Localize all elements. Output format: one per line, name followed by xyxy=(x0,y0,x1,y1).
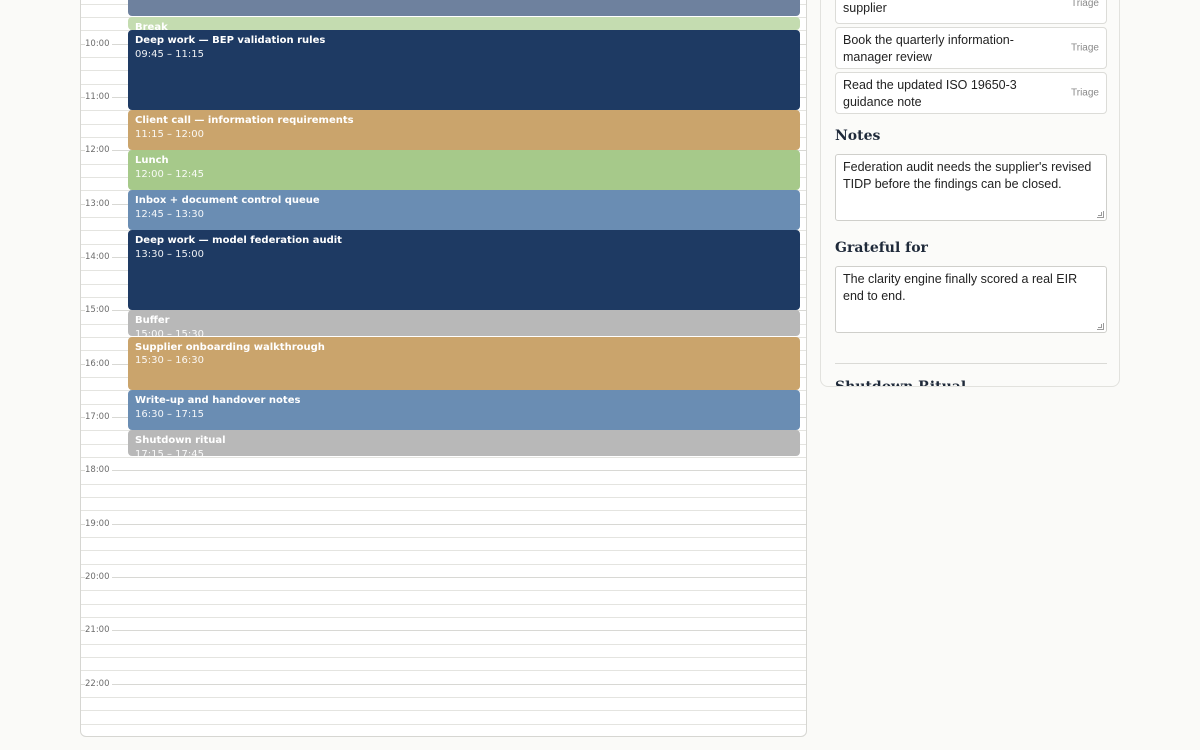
task-item[interactable]: Read the updated ISO 19650-3 guidance no… xyxy=(835,72,1107,114)
event-title: Shutdown ritual xyxy=(135,435,226,447)
grid-line xyxy=(81,590,806,592)
task-text: Book the quarterly information-manager r… xyxy=(843,33,1014,64)
grid-line xyxy=(81,643,806,645)
grid-line xyxy=(81,496,806,498)
notes-field[interactable]: Federation audit needs the supplier's re… xyxy=(835,154,1107,221)
calendar-event[interactable]: Deep work — model federation audit 13:30 … xyxy=(128,230,800,310)
hour-label: 18:00 xyxy=(85,465,112,476)
calendar-event[interactable]: Break xyxy=(128,16,800,30)
calendar-event[interactable] xyxy=(128,0,800,17)
event-title: Lunch xyxy=(135,155,169,167)
event-time: 16:30 – 17:15 xyxy=(135,408,204,420)
event-time: 09:45 – 11:15 xyxy=(135,48,204,60)
calendar-event[interactable]: Write-up and handover notes 16:30 – 17:15 xyxy=(128,390,800,430)
task-item[interactable]: supplier Triage xyxy=(835,0,1107,24)
triage-button[interactable]: Triage xyxy=(1071,0,1099,12)
daily-panel: supplier Triage Book the quarterly infor… xyxy=(820,0,1120,387)
hour-label: 11:00 xyxy=(85,91,112,102)
event-title: Write-up and handover notes xyxy=(135,395,301,407)
grid-line xyxy=(81,656,806,658)
calendar-event[interactable]: Lunch 12:00 – 12:45 xyxy=(128,150,800,190)
grid-line xyxy=(81,536,806,538)
hour-label: 16:00 xyxy=(85,358,112,369)
event-time: 12:45 – 13:30 xyxy=(135,208,204,220)
grid-line xyxy=(81,710,806,712)
calendar-event[interactable]: Client call — information requirements 11… xyxy=(128,110,800,150)
resize-grip-icon[interactable] xyxy=(1097,323,1104,330)
day-calendar: 10:00 11:00 12:00 13:00 14:00 15:00 16:00 17:00… xyxy=(80,0,807,737)
resize-grip-icon[interactable] xyxy=(1097,211,1104,218)
hour-label: 12:00 xyxy=(85,145,112,156)
hour-label: 17:00 xyxy=(85,411,112,422)
event-time: 12:00 – 12:45 xyxy=(135,168,204,180)
grid-line xyxy=(81,523,806,525)
grateful-text: The clarity engine finally scored a real… xyxy=(843,272,1078,303)
grid-line xyxy=(81,563,806,565)
grid-line xyxy=(81,576,806,578)
grid-line xyxy=(81,603,806,605)
event-title: Supplier onboarding walkthrough xyxy=(135,341,325,353)
grid-line xyxy=(81,616,806,618)
grid-line xyxy=(81,723,806,725)
grid-line xyxy=(81,456,806,458)
event-time: 13:30 – 15:00 xyxy=(135,248,204,260)
hour-label: 10:00 xyxy=(85,38,112,49)
triage-button[interactable]: Triage xyxy=(1071,85,1099,102)
calendar-event[interactable]: Buffer 15:00 – 15:30 xyxy=(128,310,800,337)
hour-label: 15:00 xyxy=(85,305,112,316)
hour-label: 21:00 xyxy=(85,625,112,636)
section-divider xyxy=(835,363,1107,364)
hour-label: 20:00 xyxy=(85,571,112,582)
calendar-event[interactable]: Supplier onboarding walkthrough 15:30 – 1… xyxy=(128,336,800,390)
grid-line xyxy=(81,510,806,512)
event-time: 17:15 – 17:45 xyxy=(135,448,204,457)
shutdown-ritual-title: Shutdown Ritual xyxy=(835,379,967,387)
grateful-title: Grateful for xyxy=(835,240,928,256)
grid-line xyxy=(81,470,806,472)
event-title: Buffer xyxy=(135,315,170,327)
grid-line xyxy=(81,630,806,632)
hour-label: 14:00 xyxy=(85,251,112,262)
hour-label: 19:00 xyxy=(85,518,112,529)
event-time: 11:15 – 12:00 xyxy=(135,128,204,140)
event-title: Inbox + document control queue xyxy=(135,195,320,207)
hour-label: 13:00 xyxy=(85,198,112,209)
event-time: 15:30 – 16:30 xyxy=(135,355,204,367)
event-title: Deep work — BEP validation rules xyxy=(135,35,326,47)
notes-title: Notes xyxy=(835,128,881,144)
grid-line xyxy=(81,683,806,685)
event-title: Client call — information requirements xyxy=(135,115,354,127)
event-time: 15:00 – 15:30 xyxy=(135,328,204,337)
grid-line xyxy=(81,670,806,672)
task-text: supplier xyxy=(843,1,887,15)
grid-line xyxy=(81,696,806,698)
task-item[interactable]: Book the quarterly information-manager r… xyxy=(835,27,1107,69)
grateful-field[interactable]: The clarity engine finally scored a real… xyxy=(835,266,1107,333)
grid-line xyxy=(81,550,806,552)
calendar-event[interactable]: Inbox + document control queue 12:45 – 13… xyxy=(128,190,800,230)
calendar-event[interactable]: Deep work — BEP validation rules 09:45 – … xyxy=(128,30,800,110)
event-title: Deep work — model federation audit xyxy=(135,235,342,247)
task-text: Read the updated ISO 19650-3 guidance no… xyxy=(843,78,1017,109)
notes-text: Federation audit needs the supplier's re… xyxy=(843,160,1092,191)
triage-button[interactable]: Triage xyxy=(1071,40,1099,57)
grid-line xyxy=(81,483,806,485)
hour-label: 22:00 xyxy=(85,678,112,689)
calendar-event[interactable]: Shutdown ritual 17:15 – 17:45 xyxy=(128,430,800,457)
event-title: Break xyxy=(135,21,168,30)
